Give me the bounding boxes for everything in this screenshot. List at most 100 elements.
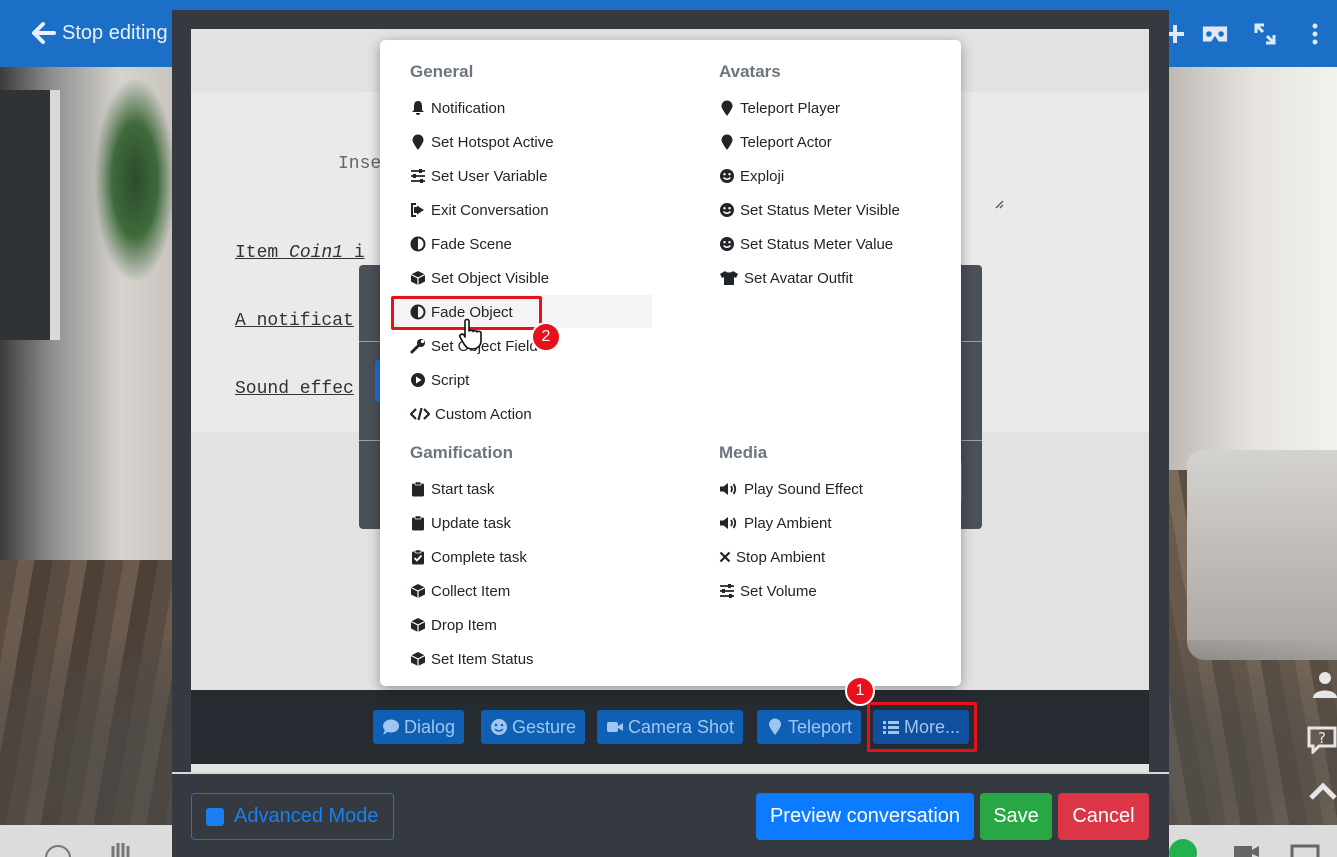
scene-sofa: [1187, 450, 1337, 660]
code-icon: [410, 407, 430, 421]
menu-item-label: Set Status Meter Value: [740, 235, 894, 253]
menu-item-teleport-player[interactable]: Teleport Player: [719, 93, 840, 123]
menu-item-exit-conversation[interactable]: Exit Conversation: [410, 195, 549, 225]
smile-icon: [491, 719, 507, 735]
sign-out-icon: [411, 203, 424, 217]
clipboard-icon: [412, 515, 424, 531]
menu-item-set-status-meter-visible[interactable]: Set Status Meter Visible: [719, 195, 900, 225]
cube-icon: [410, 618, 426, 632]
menu-item-set-volume[interactable]: Set Volume: [719, 576, 817, 606]
scene-plant: [95, 80, 175, 280]
camera-icon[interactable]: [1232, 844, 1260, 857]
gesture-button[interactable]: Gesture: [481, 710, 586, 744]
menu-heading-media: Media: [719, 443, 768, 462]
smile-icon: [720, 169, 734, 183]
menu-item-label: Set Volume: [740, 582, 817, 600]
resize-grip-icon[interactable]: [994, 199, 1004, 209]
insert-placeholder: Inse: [338, 154, 382, 174]
menu-item-label: Teleport Player: [740, 99, 841, 117]
times-icon: [719, 551, 731, 563]
menu-item-label: Set Object Visible: [431, 269, 550, 287]
smile-icon: [720, 203, 734, 217]
map-marker-icon: [769, 718, 781, 735]
menu-heading-avatars: Avatars: [719, 62, 781, 81]
save-button[interactable]: Save: [980, 793, 1052, 840]
menu-item-label: Start task: [431, 480, 495, 498]
menu-item-label: Drop Item: [431, 616, 497, 634]
svg-text:?: ?: [1318, 729, 1326, 747]
menu-item-set-object-visible[interactable]: Set Object Visible: [410, 263, 549, 293]
screen-share-icon[interactable]: [1290, 844, 1320, 857]
modal-footer-divider: [172, 772, 1169, 774]
teleport-button-label: Teleport: [788, 716, 853, 737]
menu-item-script[interactable]: Script: [410, 365, 469, 395]
clipboard-check-icon: [412, 549, 424, 565]
menu-item-update-task[interactable]: Update task: [410, 508, 511, 538]
map-marker-icon: [721, 134, 733, 150]
menu-item-label: Complete task: [431, 548, 527, 566]
menu-item-start-task[interactable]: Start task: [410, 474, 494, 504]
menu-item-fade-scene[interactable]: Fade Scene: [410, 229, 512, 259]
cube-icon: [410, 271, 426, 285]
menu-button[interactable]: [1300, 20, 1330, 48]
teleport-button[interactable]: Teleport: [757, 710, 862, 744]
users-button[interactable]: [1303, 664, 1337, 704]
map-marker-icon: [412, 134, 424, 150]
advanced-mode-checkbox[interactable]: [206, 807, 224, 826]
cancel-button[interactable]: Cancel: [1058, 793, 1149, 840]
menu-item-set-user-variable[interactable]: Set User Variable: [410, 161, 547, 191]
menu-item-exploji[interactable]: Exploji: [719, 161, 784, 191]
scroll-up-button[interactable]: [1303, 772, 1337, 812]
dialog-button[interactable]: Dialog: [373, 710, 465, 744]
menu-item-label: Notification: [431, 99, 506, 117]
menu-item-set-status-meter-value[interactable]: Set Status Meter Value: [719, 229, 893, 259]
script-line-sound[interactable]: Sound effec: [235, 379, 354, 399]
expand-icon: [1254, 23, 1276, 45]
menu-item-drop-item[interactable]: Drop Item: [410, 610, 497, 640]
question-bubble-icon: ?: [1307, 726, 1337, 754]
menu-item-label: Set Object Field: [431, 337, 538, 355]
menu-item-set-avatar-outfit[interactable]: Set Avatar Outfit: [719, 263, 853, 293]
menu-item-set-item-status[interactable]: Set Item Status: [410, 644, 534, 674]
hand-icon[interactable]: [108, 840, 134, 857]
script-line-notification[interactable]: A notificat: [235, 311, 354, 331]
clipboard-icon: [412, 481, 424, 497]
menu-item-custom-action[interactable]: Custom Action: [410, 399, 532, 429]
annotation-highlight-more-button: [867, 702, 977, 752]
menu-item-collect-item[interactable]: Collect Item: [410, 576, 510, 606]
menu-item-notification[interactable]: Notification: [410, 93, 505, 123]
menu-item-label: Exploji: [740, 167, 785, 185]
script-line-item-prefix: Item: [235, 243, 290, 263]
vr-button[interactable]: [1200, 20, 1230, 48]
tshirt-icon: [720, 271, 738, 285]
advanced-mode-toggle[interactable]: Advanced Mode: [191, 793, 394, 840]
menu-heading-gamification: Gamification: [410, 443, 513, 462]
menu-item-teleport-actor[interactable]: Teleport Actor: [719, 127, 832, 157]
advanced-mode-label: Advanced Mode: [234, 805, 379, 827]
fullscreen-button[interactable]: [1250, 20, 1280, 48]
volume-icon: [720, 517, 737, 529]
annotation-step-badge-1: 1: [845, 676, 875, 706]
vertical-dots-icon: [1312, 23, 1318, 45]
comment-icon: [383, 719, 399, 735]
sliders-icon: [720, 584, 734, 598]
camera-shot-button[interactable]: Camera Shot: [597, 710, 744, 744]
menu-item-label: Set Item Status: [431, 650, 534, 668]
menu-item-label: Exit Conversation: [431, 201, 549, 219]
emoji-icon[interactable]: [44, 844, 72, 857]
chevron-up-icon: [1309, 782, 1337, 800]
menu-item-play-ambient[interactable]: Play Ambient: [719, 508, 832, 538]
menu-item-complete-task[interactable]: Complete task: [410, 542, 527, 572]
menu-item-stop-ambient[interactable]: Stop Ambient: [719, 542, 825, 572]
menu-item-set-hotspot-active[interactable]: Set Hotspot Active: [410, 127, 554, 157]
menu-item-label: Play Ambient: [744, 514, 832, 532]
stop-editing-button[interactable]: Stop editing: [32, 20, 168, 46]
help-button[interactable]: ?: [1303, 718, 1337, 758]
vr-headset-icon: [1202, 26, 1228, 42]
menu-item-label: Set User Variable: [431, 167, 548, 185]
script-line-item-name: Coin1: [289, 243, 344, 263]
preview-conversation-button[interactable]: Preview conversation: [756, 793, 974, 840]
menu-item-play-sound-effect[interactable]: Play Sound Effect: [719, 474, 863, 504]
script-line-item[interactable]: Item Coin1 i: [235, 243, 365, 263]
volume-icon: [720, 483, 737, 495]
